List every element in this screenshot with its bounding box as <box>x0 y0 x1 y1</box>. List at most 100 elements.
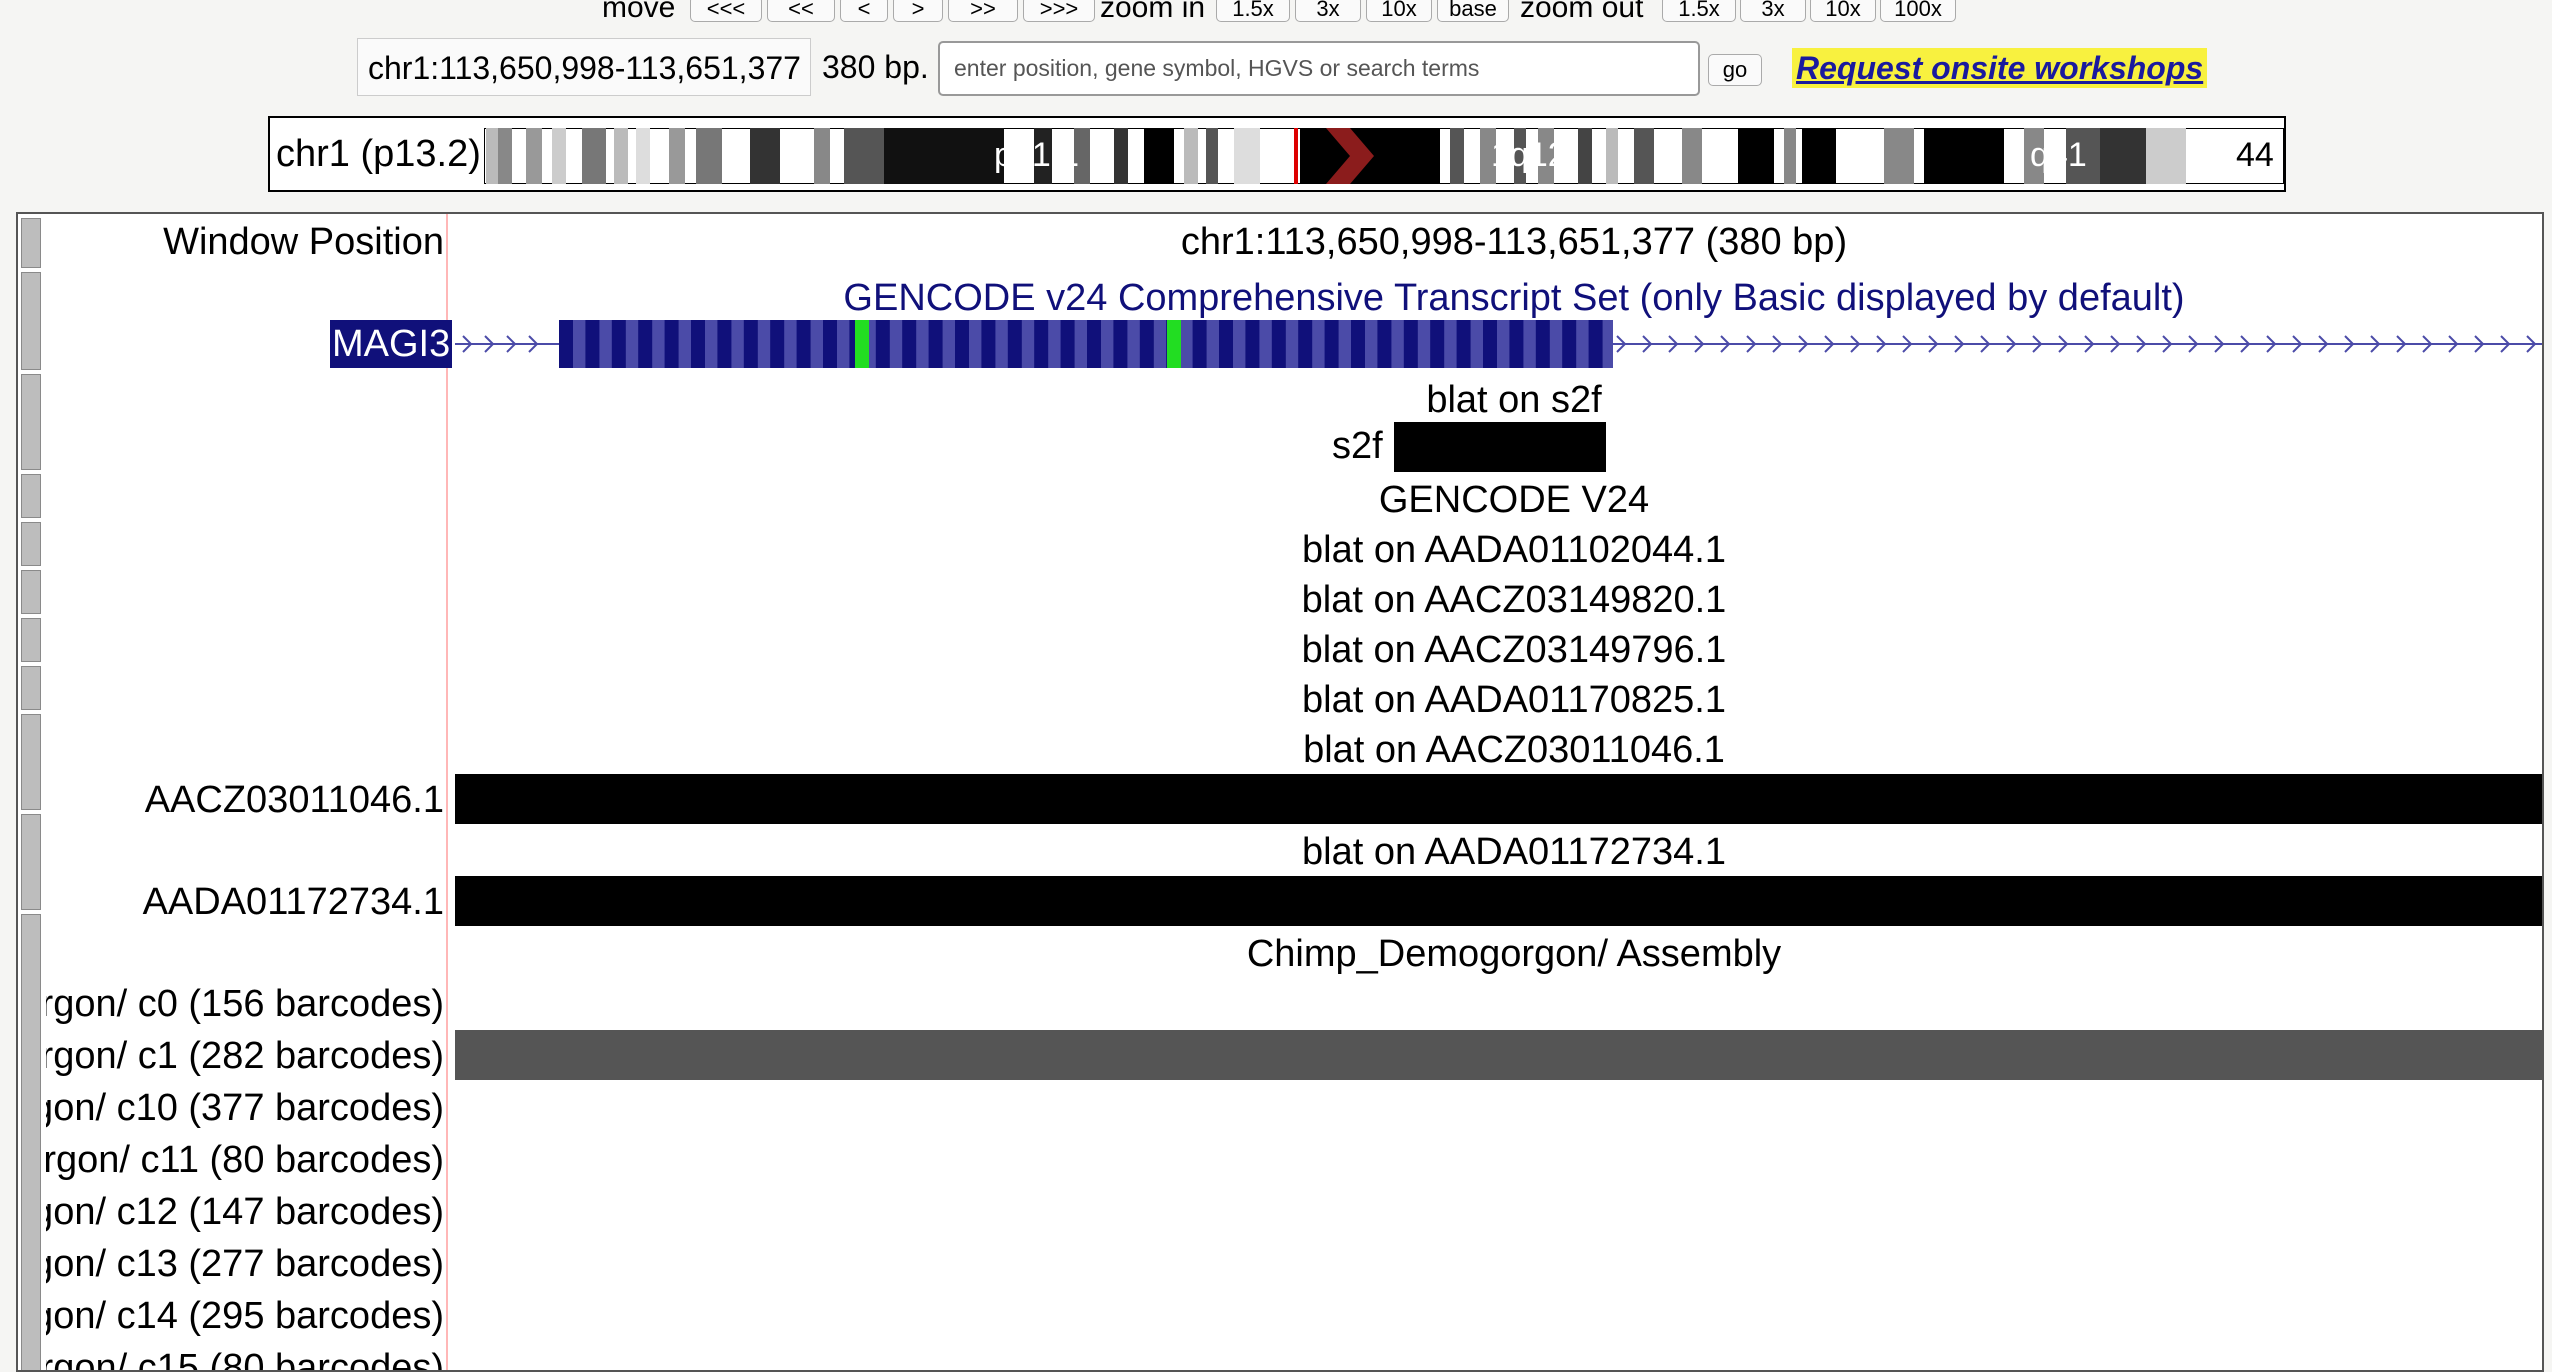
chromosome-ideogram[interactable]: chr1 (p13.2) p31.1 1q12 q41 43 44 <box>268 116 2286 192</box>
aada01172734-label[interactable]: AADA01172734.1 <box>46 880 444 924</box>
barcode-c1-coverage[interactable] <box>455 1030 2542 1080</box>
zoom-out-3x-button[interactable]: 3x <box>1740 0 1806 22</box>
zoom-out-label: zoom out <box>1520 0 1644 24</box>
track-button-gencode-v24[interactable] <box>21 474 41 518</box>
ideogram-label: chr1 (p13.2) <box>276 133 481 175</box>
blat-title-5: blat on AACZ03011046.1 <box>1303 729 1725 771</box>
zoom-out-100x-button[interactable]: 100x <box>1880 0 1956 22</box>
exon-stripe <box>1034 320 1049 368</box>
exon-stripe <box>1535 320 1550 368</box>
gencode-track-title: GENCODE v24 Comprehensive Transcript Set… <box>843 277 2185 319</box>
track-button-blat-6[interactable] <box>21 814 41 910</box>
exon-stripe <box>981 320 996 368</box>
track-button-assembly[interactable] <box>21 914 41 1370</box>
blat-aada01172734-title: blat on AADA01172734.1 <box>1302 831 1726 873</box>
barcode-row-label[interactable]: Chimp_Demogorgon/ c10 (377 barcodes) <box>46 1086 444 1130</box>
move-far-left-button[interactable]: <<< <box>690 0 762 22</box>
zoom-in-3x-button[interactable]: 3x <box>1295 0 1361 22</box>
move-left-button[interactable]: << <box>767 0 835 22</box>
aada01172734-alignment[interactable] <box>455 876 2542 926</box>
label-separator <box>446 214 448 1370</box>
exon-stripe <box>1351 320 1365 368</box>
band-label-44: 44 <box>2236 136 2274 174</box>
position-search-input[interactable] <box>938 41 1700 96</box>
barcode-row-label[interactable]: Chimp_Demogorgon/ c1 (282 barcodes) <box>46 1034 444 1078</box>
track-button-blat-5[interactable] <box>21 714 41 810</box>
track-button-blat-1[interactable] <box>21 522 41 566</box>
position-marker <box>1294 128 1298 184</box>
blat-title-1: blat on AADA01102044.1 <box>1302 529 1726 571</box>
exon-stripe <box>955 320 969 368</box>
band-label-1q12: 1q12 <box>1491 136 1567 174</box>
zoom-base-button[interactable]: base <box>1437 0 1509 22</box>
navigation-bar: move <<< << < > >> >>> zoom in 1.5x 3x 1… <box>0 0 2552 28</box>
ideogram-bands[interactable]: p31.1 1q12 q41 43 44 <box>484 128 2284 184</box>
exon-highlight <box>855 320 869 368</box>
exon-stripe <box>1483 320 1497 368</box>
barcode-row-label[interactable]: Chimp_Demogorgon/ c15 (80 barcodes) <box>46 1346 444 1370</box>
exon-stripe <box>1060 320 1075 368</box>
band-label-p31.1: p31.1 <box>994 136 1079 174</box>
aacz03011046-label[interactable]: AACZ03011046.1 <box>46 778 444 822</box>
gencode-v24-title: GENCODE V24 <box>1378 479 1650 521</box>
track-button-window-position[interactable] <box>21 218 41 268</box>
exon-stripe <box>1562 320 1577 368</box>
request-workshops-link[interactable]: Request onsite workshops <box>1792 48 2208 88</box>
barcode-row-label[interactable]: Chimp_Demogorgon/ c13 (277 barcodes) <box>46 1242 444 1286</box>
exon-stripe <box>664 320 679 368</box>
exon-stripe <box>796 320 811 368</box>
track-button-blat-4[interactable] <box>21 666 41 710</box>
track-button-gencode[interactable] <box>21 272 41 370</box>
blat-title-4: blat on AADA01170825.1 <box>1302 679 1726 721</box>
exon-stripe <box>1456 320 1471 368</box>
band-label-q41: q41 <box>2030 136 2087 174</box>
track-button-blat-s2f[interactable] <box>21 374 41 470</box>
exon-stripe <box>1271 320 1286 368</box>
blat-s2f-title: blat on s2f <box>1426 379 1602 421</box>
position-display: chr1:113,650,998-113,651,377 <box>357 38 811 96</box>
zoom-out-1.5x-button[interactable]: 1.5x <box>1662 0 1736 22</box>
window-size-label: 380 bp. <box>822 49 929 85</box>
aacz03011046-alignment[interactable] <box>455 774 2542 824</box>
exon-stripe <box>585 320 600 368</box>
blat-title-2: blat on AACZ03149820.1 <box>1301 579 1727 621</box>
zoom-out-10x-button[interactable]: 10x <box>1810 0 1876 22</box>
exon-highlight <box>1167 320 1181 368</box>
exon-stripe <box>1113 320 1128 368</box>
move-far-right-button[interactable]: >>> <box>1023 0 1095 22</box>
move-right-button[interactable]: >> <box>948 0 1018 22</box>
track-display-panel[interactable]: Window Position chr1:113,650,998-113,651… <box>16 212 2544 1372</box>
exon-stripe <box>823 320 837 368</box>
barcode-row-label[interactable]: Chimp_Demogorgon/ c11 (80 barcodes) <box>46 1138 444 1182</box>
window-position-value: chr1:113,650,998-113,651,377 (380 bp) <box>1180 221 1848 263</box>
band-label-43: 43 <box>2190 136 2228 174</box>
barcode-row-label[interactable]: Chimp_Demogorgon/ c14 (295 barcodes) <box>46 1294 444 1338</box>
barcode-row-label[interactable]: Chimp_Demogorgon/ c0 (156 barcodes) <box>46 982 444 1026</box>
exon-block[interactable] <box>559 320 1613 368</box>
gene-label-magi3[interactable]: MAGI3 <box>330 320 453 368</box>
exon-stripe <box>770 320 785 368</box>
go-button[interactable]: go <box>1708 54 1762 86</box>
exon-stripe <box>902 320 917 368</box>
move-small-right-button[interactable]: > <box>893 0 943 22</box>
zoom-in-1.5x-button[interactable]: 1.5x <box>1216 0 1290 22</box>
s2f-label: s2f <box>1332 425 1383 467</box>
exon-stripe <box>1245 320 1260 368</box>
exon-stripe <box>1007 320 1022 368</box>
exon-stripe <box>1377 320 1392 368</box>
exon-stripe <box>638 320 653 368</box>
track-button-blat-3[interactable] <box>21 618 41 662</box>
exon-stripe <box>1087 320 1101 368</box>
track-button-blat-2[interactable] <box>21 570 41 614</box>
zoom-in-label: zoom in <box>1100 0 1206 24</box>
move-small-left-button[interactable]: < <box>840 0 888 22</box>
zoom-in-10x-button[interactable]: 10x <box>1366 0 1432 22</box>
s2f-alignment[interactable] <box>1394 422 1606 472</box>
exon-stripe <box>1139 320 1154 368</box>
exon-stripe <box>1219 320 1233 368</box>
magi3-gene-model[interactable] <box>455 316 2544 374</box>
track-side-buttons <box>18 214 44 1370</box>
exon-stripe <box>559 320 573 368</box>
barcode-row-label[interactable]: Chimp_Demogorgon/ c12 (147 barcodes) <box>46 1190 444 1234</box>
exon-stripe <box>1509 320 1524 368</box>
